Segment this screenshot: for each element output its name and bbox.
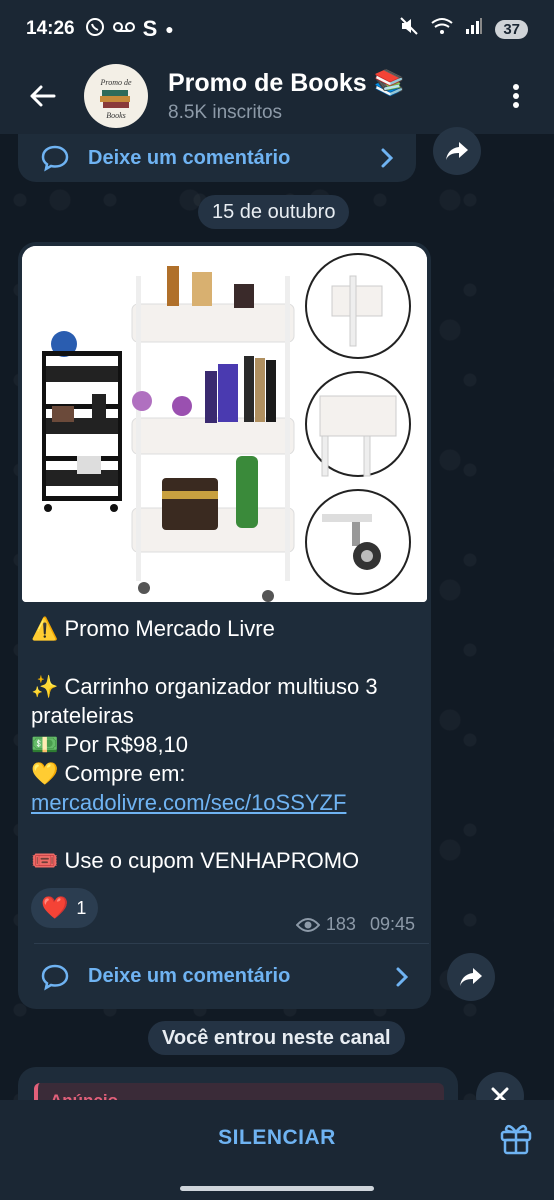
status-right: 37 — [399, 16, 528, 42]
status-bar: 14:26 S ● 37 — [0, 0, 554, 58]
header-text[interactable]: Promo de Books 📚 8.5K inscritos — [168, 69, 494, 124]
whatsapp-icon — [85, 17, 105, 42]
message-line-title: ⚠️ Promo Mercado Livre — [31, 616, 275, 641]
chevron-right-icon — [396, 967, 409, 986]
forward-button-top[interactable] — [433, 127, 481, 175]
bottom-bar: SILENCIAR — [0, 1100, 554, 1200]
mute-button[interactable]: SILENCIAR — [0, 1100, 554, 1176]
message-line-price: 💵 Por R$98,10 — [31, 732, 189, 757]
voicemail-icon — [112, 19, 135, 39]
comment-icon — [41, 964, 69, 991]
product-link[interactable]: mercadolivre.com/sec/1oSSYZF — [31, 790, 346, 815]
signal-icon — [465, 17, 483, 41]
previous-comment-bar[interactable]: Deixe um comentário — [18, 134, 416, 182]
back-button[interactable] — [0, 58, 84, 134]
message-line-buy: 💛 Compre em: mercadolivre.com/sec/1oSSYZ… — [31, 759, 421, 817]
message-time: 09:45 — [369, 914, 415, 934]
message-meta: 183 09:45 — [295, 914, 415, 935]
eye-icon — [295, 917, 320, 932]
more-vertical-icon — [513, 84, 519, 108]
message-bubble[interactable]: ⚠️ Promo Mercado Livre ✨ Carrinho organi… — [18, 242, 431, 1009]
mute-icon — [399, 16, 419, 42]
more-options-button[interactable] — [494, 58, 538, 134]
subscriber-count: 8.5K inscritos — [168, 101, 283, 123]
product-photo — [22, 246, 427, 602]
status-time: 14:26 — [26, 18, 75, 39]
forward-button[interactable] — [447, 953, 495, 1001]
channel-title: Promo de Books 📚 — [168, 68, 405, 97]
channel-avatar[interactable]: Promo de Books — [84, 64, 148, 128]
message-line-coupon: 🎟️ Use o cupom VENHAPROMO — [31, 848, 360, 873]
status-left-icons: S ● — [85, 16, 174, 42]
heart-icon: ❤️ — [41, 895, 69, 920]
comment-bar[interactable]: Deixe um comentário — [18, 944, 431, 1009]
books-logo-icon: Promo de Books — [99, 78, 131, 120]
message-text: ⚠️ Promo Mercado Livre ✨ Carrinho organi… — [31, 614, 421, 875]
comment-label: Deixe um comentário — [88, 965, 291, 987]
s-app-icon: S — [142, 16, 158, 41]
reaction-heart[interactable]: ❤️ 1 — [31, 888, 99, 928]
chat-header: Promo de Books Promo de Books 📚 8.5K ins… — [0, 58, 554, 134]
wifi-icon — [431, 17, 453, 41]
reaction-count: 1 — [76, 897, 87, 918]
home-indicator[interactable] — [180, 1186, 374, 1191]
share-arrow-icon — [446, 142, 468, 160]
gift-icon — [500, 1124, 532, 1155]
dot-icon: ● — [165, 21, 174, 37]
gift-button[interactable] — [498, 1120, 534, 1156]
date-separator: 15 de outubro — [198, 195, 350, 229]
share-arrow-icon — [460, 968, 482, 986]
message-line-product: ✨ Carrinho organizador multiuso 3 pratel… — [31, 674, 384, 728]
joined-channel-notice: Você entrou neste canal — [148, 1021, 405, 1055]
view-count: 183 — [325, 914, 356, 934]
battery-indicator: 37 — [495, 19, 528, 39]
comment-icon — [41, 145, 69, 172]
comment-label: Deixe um comentário — [88, 146, 291, 169]
svg-text:Books: Books — [106, 111, 126, 120]
svg-text:Promo de: Promo de — [99, 78, 131, 87]
product-image[interactable] — [22, 246, 427, 602]
arrow-left-icon — [30, 85, 56, 107]
chevron-right-icon — [381, 148, 394, 168]
buy-prefix: 💛 Compre em: — [31, 761, 192, 786]
